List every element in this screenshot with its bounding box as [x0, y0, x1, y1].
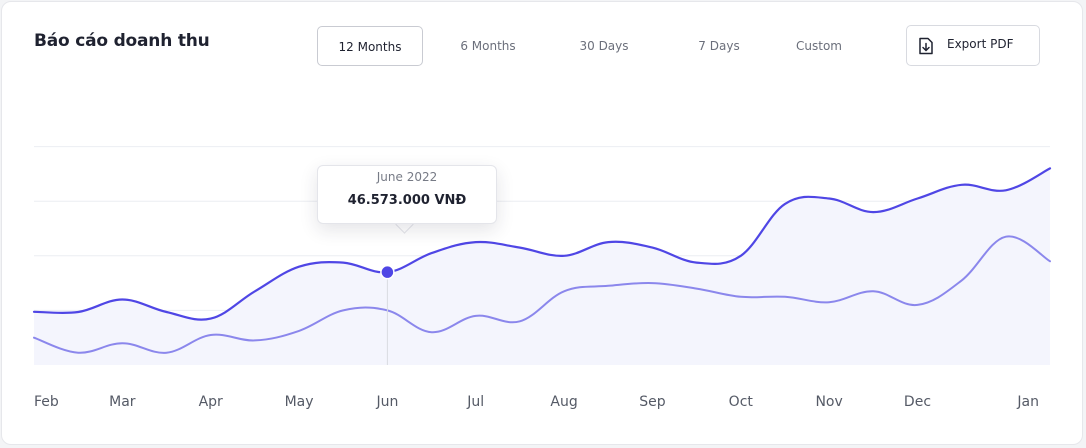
- x-tick-label: Mar: [109, 394, 136, 410]
- revenue-chart: Feb Mar Apr May Jun Jul Aug Sep Oct Nov Dec Jan: [32, 146, 1052, 410]
- x-tick-label: Aug: [550, 394, 577, 410]
- x-tick-label: Sep: [639, 394, 666, 410]
- x-tick-label: Apr: [199, 394, 223, 410]
- x-tick-label: Jul: [466, 394, 484, 410]
- x-tick-label: Jan: [1016, 394, 1039, 410]
- x-tick-label: May: [285, 394, 314, 410]
- x-tick-label: Feb: [34, 394, 59, 410]
- tooltip-value: 46.573.000 VNĐ: [347, 193, 467, 208]
- x-tick-label: Jun: [375, 394, 398, 410]
- series-area: [34, 168, 1050, 365]
- tooltip-label: June 2022: [376, 170, 438, 184]
- data-tooltip: June 2022 46.573.000 VNĐ: [317, 165, 497, 224]
- highlight-point: [380, 264, 395, 280]
- x-tick-label: Nov: [815, 394, 842, 410]
- x-tick-label: Oct: [729, 394, 754, 410]
- x-tick-label: Dec: [904, 394, 931, 410]
